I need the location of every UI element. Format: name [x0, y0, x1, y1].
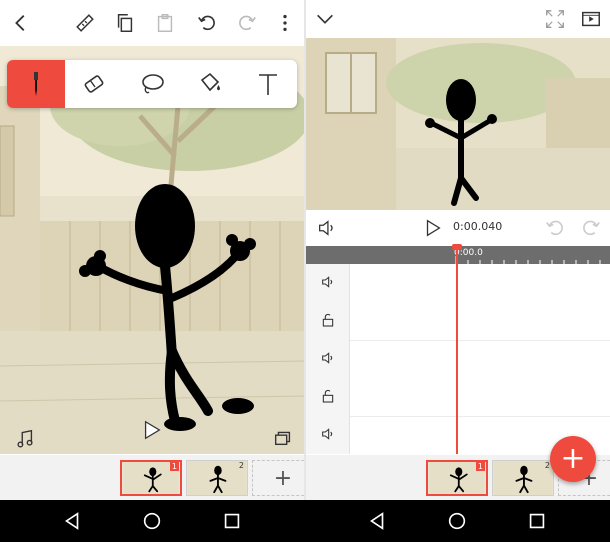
- add-fab-button[interactable]: +: [550, 436, 596, 482]
- frame-number: 1: [169, 462, 179, 471]
- volume-icon[interactable]: [318, 424, 338, 444]
- frame-thumbnail[interactable]: 1: [120, 460, 182, 496]
- eraser-tool[interactable]: [65, 60, 123, 108]
- editor-toolbar: [0, 0, 304, 46]
- unlock-icon[interactable]: [318, 386, 338, 406]
- frame-thumbnail[interactable]: 2: [186, 460, 248, 496]
- frame-thumbnail[interactable]: 1: [426, 460, 488, 496]
- fill-bucket-tool[interactable]: [181, 60, 239, 108]
- unlock-icon[interactable]: [318, 310, 338, 330]
- nav-recents-icon[interactable]: [220, 509, 244, 533]
- text-icon: [259, 74, 277, 95]
- playback-bar: 0:00.040: [306, 210, 610, 246]
- layers-icon[interactable]: [268, 422, 298, 452]
- timecode: 0:00.040: [453, 220, 503, 233]
- frame-strip: 1 2 +: [0, 455, 304, 500]
- timeline-tracks: [306, 264, 610, 454]
- nav-home-icon[interactable]: [140, 509, 164, 533]
- volume-icon[interactable]: [318, 348, 338, 368]
- play-icon[interactable]: [418, 213, 448, 243]
- fill-bucket-icon: [200, 72, 220, 92]
- add-frame-button[interactable]: +: [252, 460, 304, 496]
- track-separator: [350, 416, 610, 417]
- nav-back-icon[interactable]: [365, 509, 389, 533]
- playhead[interactable]: [456, 246, 458, 454]
- redo-icon[interactable]: [232, 8, 262, 38]
- collapse-chevron-icon[interactable]: [310, 4, 340, 34]
- nav-home-icon[interactable]: [445, 509, 469, 533]
- undo-icon[interactable]: [192, 8, 222, 38]
- frame-number: 1: [475, 462, 485, 471]
- nav-recents-icon[interactable]: [525, 509, 549, 533]
- eraser-icon: [84, 75, 104, 93]
- volume-icon[interactable]: [318, 272, 338, 292]
- system-nav-bar: [0, 500, 610, 542]
- nav-back-icon[interactable]: [60, 509, 84, 533]
- pen-icon: [34, 72, 38, 96]
- playhead-handle[interactable]: [452, 244, 462, 250]
- text-tool[interactable]: [239, 60, 297, 108]
- back-chevron-icon[interactable]: [6, 8, 36, 38]
- lasso-icon: [142, 74, 164, 94]
- frame-number: 2: [238, 461, 244, 470]
- track-controls: [306, 264, 350, 454]
- undo-icon[interactable]: [540, 213, 570, 243]
- app-root: 1 2 + 0:00.040 0:00.0 1 2 + +: [0, 0, 610, 542]
- play-icon[interactable]: [137, 415, 167, 445]
- drawing-tools-panel: [7, 60, 297, 108]
- timeline-editor: 0:00.040 0:00.0 1 2 + +: [306, 0, 610, 500]
- volume-icon[interactable]: [312, 213, 342, 243]
- copy-icon[interactable]: [110, 8, 140, 38]
- frame-thumbnail[interactable]: 2: [492, 460, 554, 496]
- more-vertical-icon[interactable]: [270, 8, 300, 38]
- lasso-tool[interactable]: [123, 60, 181, 108]
- pen-tool[interactable]: [7, 60, 65, 108]
- fullscreen-icon[interactable]: [540, 4, 570, 34]
- track-separator: [350, 340, 610, 341]
- export-video-icon[interactable]: [576, 4, 606, 34]
- animation-preview[interactable]: [306, 38, 610, 210]
- drawing-editor: 1 2 +: [0, 0, 304, 500]
- ruler-icon[interactable]: [70, 8, 100, 38]
- music-note-icon[interactable]: [10, 424, 40, 454]
- paste-icon[interactable]: [150, 8, 180, 38]
- redo-icon[interactable]: [576, 213, 606, 243]
- preview-artwork: [306, 38, 610, 210]
